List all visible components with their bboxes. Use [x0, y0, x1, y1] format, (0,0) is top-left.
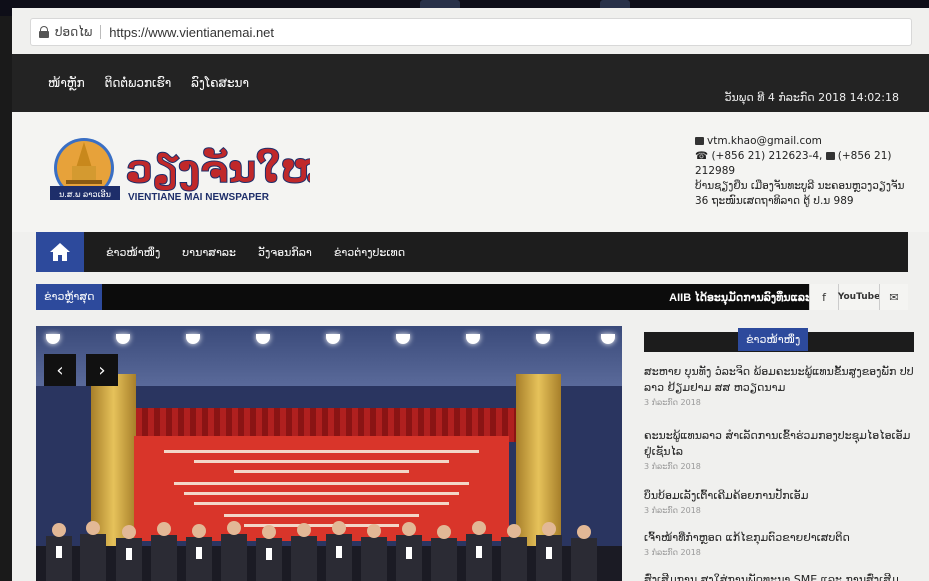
url-text[interactable]: https://www.vientianemai.net — [109, 25, 274, 40]
news-item-title[interactable]: ຄະນະພູ້ແທນລາວ ສຳເລັດການເຂົ້າຮ່ວມກອງປະຊຸມ… — [644, 428, 914, 460]
top-link-home[interactable]: ໜ້າຫຼັກ — [48, 76, 85, 90]
main-navigation: ຂ່າວໜ້າໜຶ່ງ ບານາສາລະ ວັງຈອນກິລາ ຂ່າວຕ່າງ… — [36, 232, 908, 272]
contact-info: vtm.khao@gmail.com ☎ (+856 21) 212623-4,… — [695, 134, 915, 209]
logo-graphic: ນ.ສ.ພ ລາວເອີນ ວຽງຈັນໃໝ່ VIENTIANE MAI NE… — [50, 138, 333, 203]
home-icon — [50, 243, 70, 261]
front-page-news-sidebar: ຂ່າວໜ້າໜຶ່ງ ສະຫາຍ ບຸນທັງ ວໍລະຈິດ ພ້ອມຄະນ… — [644, 328, 914, 581]
featured-slideshow[interactable]: ‹ › — [36, 326, 622, 581]
news-item-title[interactable]: ສະຫາຍ ບຸນທັງ ວໍລະຈິດ ພ້ອມຄະນະພູ້ແທນຂັ້ນສ… — [644, 364, 914, 396]
news-item[interactable]: ສະຫາຍ ບຸນທັງ ວໍລະຈິດ ພ້ອມຄະນະພູ້ແທນຂັ້ນສ… — [644, 364, 914, 407]
secure-label: ປອດໄພ — [55, 25, 93, 39]
news-item-meta: 3 ກໍລະກົດ 2018 — [644, 506, 701, 515]
top-links: ໜ້າຫຼັກ ຕິດຕໍ່ພວກເຮົາ ລົງໂຄສະນາ — [48, 76, 249, 90]
logo-subtitle: VIENTIANE MAI NEWSPAPER — [128, 192, 270, 203]
browser-screen: ປອດໄພ https://www.vientianemai.net ໜ້າຫຼ… — [12, 8, 929, 581]
nav-item-sports[interactable]: ວັງຈອນກິລາ — [258, 246, 312, 259]
slide-photo-people — [36, 521, 622, 581]
site-header: ນ.ສ.ພ ລາວເອີນ ວຽງຈັນໃໝ່ VIENTIANE MAI NE… — [12, 112, 929, 232]
nav-item-front-page[interactable]: ຂ່າວໜ້າໜຶ່ງ — [106, 246, 160, 259]
contact-email[interactable]: vtm.khao@gmail.com — [707, 135, 822, 147]
contact-phone: (+856 21) 212623-4, — [711, 150, 823, 162]
ticker-headline[interactable]: AIIB ໄດ້ອະນຸມັດການລົງທຶນແລະ — [669, 291, 812, 304]
chevron-right-icon: › — [98, 359, 106, 381]
address-divider — [100, 25, 102, 39]
logo-badge-text: ນ.ສ.ພ ລາວເອີນ — [59, 189, 111, 199]
home-button[interactable] — [36, 232, 84, 272]
fax-icon — [825, 152, 835, 160]
news-ticker: ຂ່າວຫຼ້າສຸດ AIIB ໄດ້ອະນຸມັດການລົງທຶນແລະ … — [36, 284, 908, 310]
news-item[interactable]: ບຶນບ້ອມເລັງເຕົ້າເຄີມຄ້ອຍການປັກເອັມ 3 ກໍລ… — [644, 488, 914, 515]
news-item[interactable]: ສົ່ງເສີມການ ສູງໃສ່ການພັດທະນາ SME ແລະ ການ… — [644, 572, 914, 581]
nav-item-world[interactable]: ຂ່າວຕ່າງປະເທດ — [334, 246, 405, 259]
slideshow-prev-button[interactable]: ‹ — [44, 354, 76, 386]
sidebar-title: ຂ່າວໜ້າໜຶ່ງ — [738, 328, 809, 351]
top-link-contact[interactable]: ຕິດຕໍ່ພວກເຮົາ — [105, 76, 171, 90]
news-item-meta: 3 ກໍລະກົດ 2018 — [644, 548, 701, 557]
ticker-label: ຂ່າວຫຼ້າສຸດ — [36, 284, 103, 310]
news-item-title[interactable]: ເຈົ້າໜ້າທີ່ກຳຫຼອດ ແກ້ໄຂກຸມຕົວຂາຍຢາເສບຕິດ — [644, 530, 914, 546]
email-icon — [695, 137, 704, 145]
news-item-title[interactable]: ສົ່ງເສີມການ ສູງໃສ່ການພັດທະນາ SME ແລະ ການ… — [644, 572, 914, 581]
facebook-icon[interactable]: f — [809, 284, 838, 310]
logo-title: ວຽງຈັນໃໝ່ — [126, 147, 310, 191]
youtube-icon[interactable]: YouTube — [838, 284, 880, 310]
top-navigation: ໜ້າຫຼັກ ຕິດຕໍ່ພວກເຮົາ ລົງໂຄສະນາ ວັນພຸດ ທ… — [12, 54, 929, 112]
address-bar[interactable]: ປອດໄພ https://www.vientianemai.net — [30, 18, 912, 46]
mail-icon[interactable]: ✉ — [879, 284, 908, 310]
site-logo[interactable]: ນ.ສ.ພ ລາວເອີນ ວຽງຈັນໃໝ່ VIENTIANE MAI NE… — [48, 134, 333, 208]
news-item[interactable]: ເຈົ້າໜ້າທີ່ກຳຫຼອດ ແກ້ໄຂກຸມຕົວຂາຍຢາເສບຕິດ… — [644, 530, 914, 557]
phone-icon: ☎ — [695, 150, 709, 162]
chevron-left-icon: ‹ — [56, 359, 64, 381]
social-links: f YouTube ✉ — [809, 284, 908, 310]
slideshow-next-button[interactable]: › — [86, 354, 118, 386]
news-item-title[interactable]: ບຶນບ້ອມເລັງເຕົ້າເຄີມຄ້ອຍການປັກເອັມ — [644, 488, 914, 504]
nav-item-opinion[interactable]: ບານາສາລະ — [182, 246, 236, 259]
contact-address-1: ບ້ານຊຽງຍືນ ເມືອງຈັນທະບູລີ ນະຄອນຫຼວງວຽງຈັ… — [695, 180, 905, 192]
news-item-meta: 3 ກໍລະກົດ 2018 — [644, 462, 701, 471]
lock-icon — [39, 26, 49, 38]
top-link-advertise[interactable]: ລົງໂຄສະນາ — [191, 76, 249, 90]
news-item-meta: 3 ກໍລະກົດ 2018 — [644, 398, 701, 407]
news-item[interactable]: ຄະນະພູ້ແທນລາວ ສຳເລັດການເຂົ້າຮ່ວມກອງປະຊຸມ… — [644, 428, 914, 471]
contact-address-2: 36 ຖະໜົນເສດຖາທິລາດ ຕູ້ ປ.ນ 989 — [695, 195, 854, 207]
current-date: ວັນພຸດ ທີ 4 ກໍລະກົດ 2018 14:02:18 — [724, 91, 899, 104]
